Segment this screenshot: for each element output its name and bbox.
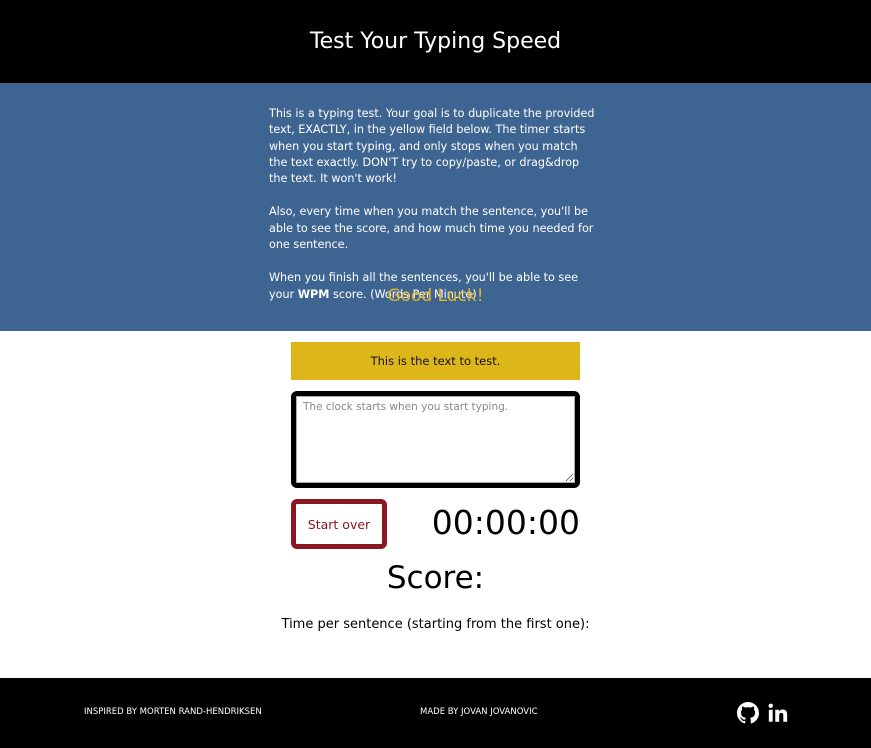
inspired-by-credit: INSPIRED BY MORTEN RAND-HENDRIKSEN [84, 707, 262, 717]
linkedin-icon [768, 703, 788, 722]
intro-paragraph-1: This is a typing test. Your goal is to d… [269, 107, 595, 186]
social-links [737, 702, 789, 728]
page-title: Test Your Typing Speed [309, 29, 562, 54]
origin-text: This is the text to test. [370, 354, 501, 368]
intro-section: This is a typing test. Your goal is to d… [0, 83, 871, 331]
github-link[interactable] [737, 702, 759, 728]
page-header: Test Your Typing Speed [0, 0, 871, 83]
time-per-sentence-label: Time per sentence (starting from the fir… [281, 617, 590, 632]
typing-input[interactable] [296, 396, 575, 483]
start-over-button[interactable]: Start over [291, 499, 387, 549]
origin-text-box: This is the text to test. [291, 342, 580, 380]
linkedin-link[interactable] [767, 702, 789, 728]
score-heading: Score: [386, 560, 485, 596]
good-luck-heading: Good Luck! [387, 286, 484, 306]
github-icon [737, 702, 759, 724]
page-footer: INSPIRED BY MORTEN RAND-HENDRIKSEN MADE … [0, 678, 871, 748]
timer-display: 00:00:00 [431, 503, 580, 542]
made-by-credit: MADE BY JOVAN JOVANOVIC [420, 707, 538, 717]
intro-paragraph-2: Also, every time when you match the sent… [269, 205, 594, 252]
test-area-wrapper [291, 391, 580, 488]
